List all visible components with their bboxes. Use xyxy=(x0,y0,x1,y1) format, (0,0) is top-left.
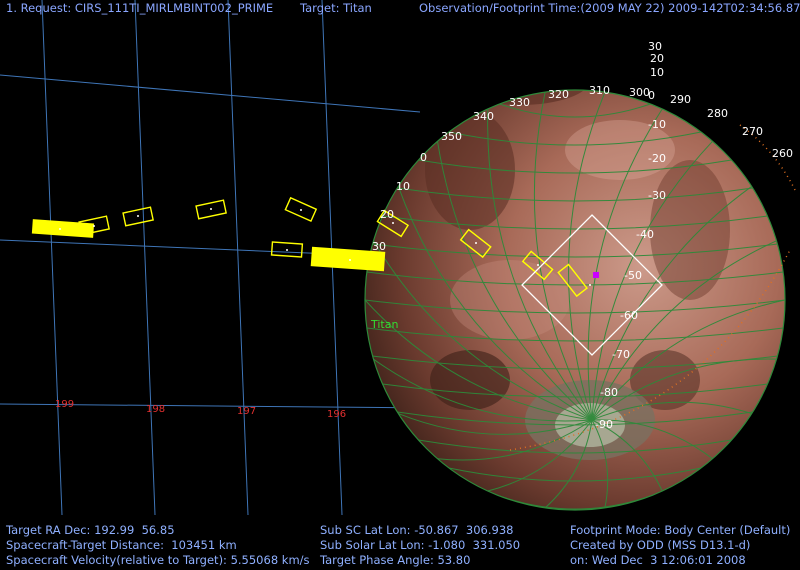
longitude-label: 260 xyxy=(772,147,793,160)
longitude-label: 300 xyxy=(629,86,650,99)
sky-grid-line xyxy=(134,0,156,516)
spacecraft-target-distance: Spacecraft-Target Distance: 103451 km xyxy=(6,538,237,552)
target-phase-angle: Target Phase Angle: 53.80 xyxy=(320,553,471,567)
ra-label: 196 xyxy=(327,409,346,420)
latitude-label: -20 xyxy=(648,152,666,165)
sub-solar-lat-lon: Sub Solar Lat Lon: -1.080 331.050 xyxy=(320,538,521,552)
sky-scene: 3020100-10-20-30-40-50-60-70-80-90 35034… xyxy=(0,0,796,516)
created-by: Created by ODD (MSS D13.1-d) xyxy=(570,538,751,552)
sub-sc-lat-lon: Sub SC Lat Lon: -50.867 306.938 xyxy=(320,523,514,537)
latitude-label: -70 xyxy=(612,348,630,361)
latitude-label: 20 xyxy=(650,52,664,65)
longitude-label: 0 xyxy=(420,151,427,164)
planet-name-label: Titan xyxy=(370,318,398,331)
latitude-label: -50 xyxy=(624,269,642,282)
ra-label: 197 xyxy=(237,406,256,417)
latitude-label: -90 xyxy=(595,418,613,431)
longitude-label: 330 xyxy=(509,96,530,109)
longitude-label: 30 xyxy=(372,240,386,253)
viewer-canvas: 30 20 10 0 -10 -20 -30 -40 -50 -60 -70 -80 -90 350 34… xyxy=(0,0,800,570)
created-on: on: Wed Dec 3 12:06:01 2008 xyxy=(570,553,746,567)
longitude-label: 340 xyxy=(473,110,494,123)
observation-time-label: Observation/Footprint Time:(2009 MAY 22)… xyxy=(419,1,800,15)
sky-grid-line xyxy=(41,0,63,516)
longitude-label: 20 xyxy=(380,208,394,221)
latitude-label: -30 xyxy=(648,189,666,202)
footprint-mode: Footprint Mode: Body Center (Default) xyxy=(570,523,791,537)
longitude-label: 270 xyxy=(742,125,763,138)
ra-label: 198 xyxy=(146,404,165,415)
latitude-label: -60 xyxy=(620,309,638,322)
latitude-label: -40 xyxy=(636,228,654,241)
spacecraft-velocity: Spacecraft Velocity(relative to Target):… xyxy=(6,553,310,567)
longitude-label: 350 xyxy=(441,130,462,143)
longitude-label: 310 xyxy=(589,84,610,97)
longitude-label: 320 xyxy=(548,88,569,101)
sky-grid-line xyxy=(227,0,249,516)
titan-globe xyxy=(364,89,786,511)
latitude-label: -10 xyxy=(648,118,666,131)
target-label: Target: Titan xyxy=(300,1,372,15)
longitude-label: 10 xyxy=(396,180,410,193)
target-ra-dec: Target RA Dec: 192.99 56.85 xyxy=(6,523,175,537)
latitude-label: 10 xyxy=(650,66,664,79)
request-label: 1. Request: CIRS_111TI_MIRLMBINT002_PRIM… xyxy=(6,1,274,15)
sky-grid-line xyxy=(0,74,421,113)
longitude-label: 290 xyxy=(670,93,691,106)
latitude-label: -80 xyxy=(600,386,618,399)
sub-spacecraft-marker xyxy=(593,272,599,278)
ra-label: 199 xyxy=(55,399,74,410)
ra-labels: 199 198 197 196 xyxy=(55,399,346,420)
longitude-label: 280 xyxy=(707,107,728,120)
